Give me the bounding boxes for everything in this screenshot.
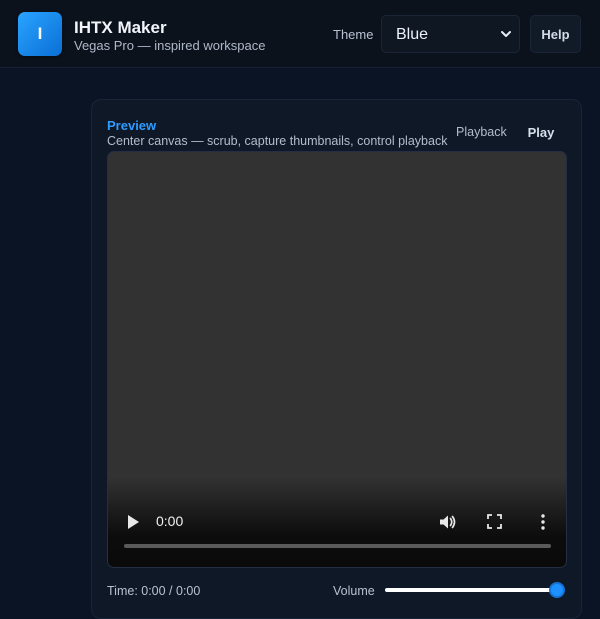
time-readout: Time: 0:00 / 0:00	[107, 584, 201, 598]
play-button[interactable]: Play	[519, 119, 563, 145]
app-title: IHTX Maker	[74, 18, 167, 37]
preview-panel: Preview Center canvas — scrub, capture t…	[91, 99, 582, 619]
video-progress-bar[interactable]	[124, 544, 551, 548]
chevron-down-icon	[501, 31, 511, 37]
app-logo: I	[18, 12, 62, 56]
theme-label: Theme	[333, 27, 374, 42]
more-vertical-icon[interactable]	[540, 513, 546, 531]
tab-playback[interactable]: Playback	[456, 125, 507, 139]
help-button[interactable]: Help	[530, 15, 581, 53]
volume-slider[interactable]	[385, 582, 565, 598]
play-icon[interactable]	[126, 514, 140, 530]
top-bar: I IHTX Maker Vegas Pro — inspired worksp…	[0, 0, 600, 68]
volume-label: Volume	[333, 584, 375, 598]
preview-subtitle: Center canvas — scrub, capture thumbnail…	[107, 134, 448, 148]
volume-track-fill	[385, 588, 557, 592]
app-subtitle: Vegas Pro — inspired workspace	[74, 38, 266, 53]
preview-title: Preview	[107, 118, 157, 133]
video-player[interactable]: 0:00	[107, 151, 567, 568]
fullscreen-icon[interactable]	[487, 514, 502, 529]
volume-thumb[interactable]	[549, 582, 565, 598]
video-current-time: 0:00	[156, 513, 184, 529]
theme-selected-value: Blue	[396, 26, 429, 43]
theme-select[interactable]: Blue	[381, 15, 520, 53]
volume-icon[interactable]	[438, 513, 456, 531]
logo-letter: I	[37, 24, 43, 43]
